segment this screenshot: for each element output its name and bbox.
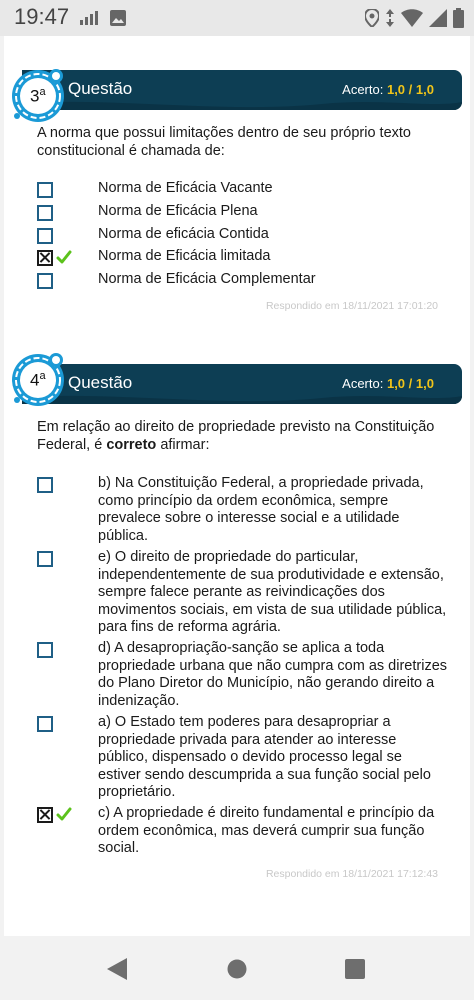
question-card-3: Questão Acerto: 1,0 / 1,0 3a A norma que… [4, 64, 470, 364]
answered-timestamp: Respondido em 18/11/2021 17:12:43 [265, 868, 438, 880]
option-text: Norma de eficácia Contida [98, 226, 269, 242]
option-text: c) A propriedade é direito fundamental e… [98, 805, 435, 857]
option-checkbox[interactable] [37, 205, 53, 221]
battery-icon [453, 8, 464, 28]
wifi-icon [401, 9, 423, 27]
status-time: 19:47 [14, 4, 70, 29]
status-icons-right [365, 8, 464, 28]
question-score: Acerto: 1,0 / 1,0 [342, 82, 434, 97]
question-number: 3a [30, 86, 46, 106]
image-icon [110, 10, 126, 26]
option-text: d) A desapropriação-sanção se aplica a t… [98, 640, 448, 709]
status-icons-left [80, 10, 126, 26]
option-text: b) Na Constituição Federal, a propriedad… [98, 475, 424, 544]
option-text: Norma de Eficácia limitada [98, 248, 271, 264]
question-prompt: A norma que possui limitações dentro de … [37, 125, 411, 159]
option-checkbox[interactable] [37, 228, 53, 244]
question-score: Acerto: 1,0 / 1,0 [342, 376, 434, 391]
question-number-badge: 4a [8, 348, 70, 410]
option-text: a) O Estado tem poderes para desapropria… [98, 714, 431, 801]
status-bar: 19:47 [0, 0, 474, 36]
option-text: Norma de Eficácia Vacante [98, 180, 273, 196]
cell-signal-icon [429, 9, 447, 27]
question-prompt: Em relação ao direito de propriedade pre… [37, 419, 435, 453]
question-card-4: Questão Acerto: 1,0 / 1,0 4a Em relação … [4, 348, 470, 908]
question-number-badge: 3a [8, 64, 70, 126]
navigation-bar [0, 936, 474, 1000]
question-number: 4a [30, 370, 46, 390]
back-icon[interactable] [107, 958, 127, 980]
option-checkbox[interactable] [37, 273, 53, 289]
option-checkbox[interactable] [37, 182, 53, 198]
check-mark-icon [56, 807, 72, 821]
option-checkbox[interactable] [37, 716, 53, 732]
option-text: Norma de Eficácia Plena [98, 203, 258, 219]
content-area: Questão Acerto: 1,0 / 1,0 3a A norma que… [4, 36, 470, 936]
location-icon [365, 9, 379, 27]
option-checkbox-checked[interactable] [37, 807, 53, 823]
option-text: e) O direito de propriedade do particula… [98, 549, 447, 636]
answered-timestamp: Respondido em 18/11/2021 17:01:20 [265, 300, 438, 312]
home-icon[interactable] [227, 959, 247, 979]
signal-bars-icon [80, 11, 98, 25]
question-title: Questão [68, 373, 133, 392]
data-arrows-icon [386, 9, 394, 27]
check-mark-icon [56, 250, 72, 264]
question-title: Questão [68, 79, 133, 98]
option-checkbox[interactable] [37, 642, 53, 658]
option-text: Norma de Eficácia Complementar [98, 271, 316, 287]
option-checkbox[interactable] [37, 477, 53, 493]
recents-icon[interactable] [345, 959, 365, 979]
option-checkbox[interactable] [37, 551, 53, 567]
option-checkbox-checked[interactable] [37, 250, 53, 266]
